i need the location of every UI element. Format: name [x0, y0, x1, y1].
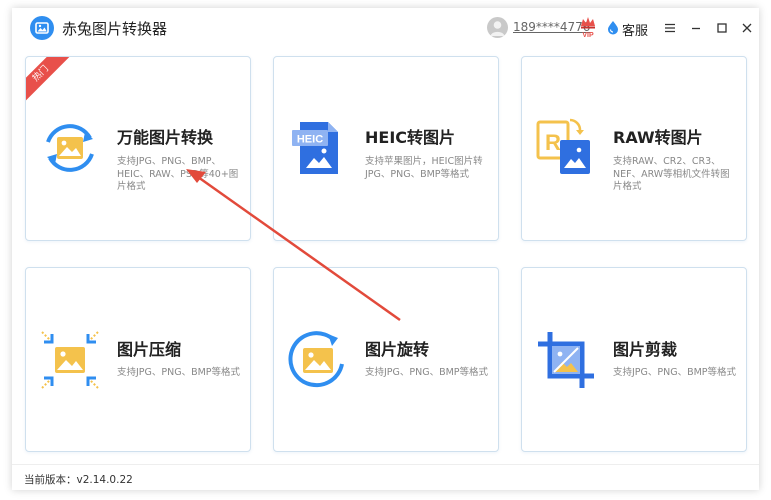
- crop-picture-icon: [534, 328, 598, 392]
- convert-picture-icon: [38, 116, 102, 180]
- user-avatar-icon[interactable]: [487, 17, 508, 38]
- compress-picture-icon: [38, 328, 102, 392]
- card-title: 万能图片转换: [117, 128, 214, 147]
- close-icon[interactable]: [737, 18, 757, 38]
- heic-icon-text: HEIC: [297, 134, 323, 146]
- card-title: 图片剪裁: [613, 340, 678, 359]
- card-description: 支持JPG、PNG、BMP等格式: [613, 367, 737, 378]
- card-description: 支持JPG、PNG、BMP等格式: [117, 367, 241, 378]
- title-bar: 赤兔图片转换器 189****4776 VIP 客服: [12, 8, 759, 48]
- card-description: 支持苹果图片，HEIC图片转JPG、PNG、BMP等格式: [365, 156, 483, 180]
- card-raw[interactable]: R RAW转图片 支持RAW、CR2、CR3、NEF、ARW等相机文件转图片格式: [521, 56, 747, 241]
- rotate-picture-icon: [286, 328, 350, 392]
- maximize-icon[interactable]: [712, 18, 732, 38]
- card-description: 支持JPG、PNG、BMP等格式: [365, 367, 489, 378]
- card-title: 图片压缩: [117, 340, 182, 359]
- card-description: 支持RAW、CR2、CR3、NEF、ARW等相机文件转图片格式: [613, 156, 730, 192]
- card-all-convert[interactable]: 热门 万能图片转换 支持JPG、PNG、BMP、HEIC、RAW、PSD等40+…: [25, 56, 251, 241]
- card-rotate[interactable]: 图片旋转 支持JPG、PNG、BMP等格式: [273, 267, 499, 452]
- card-description: 支持JPG、PNG、BMP、HEIC、RAW、PSD等40+图片格式: [117, 156, 239, 192]
- minimize-icon[interactable]: [686, 18, 706, 38]
- picture-icon: [30, 16, 54, 40]
- raw-icon-text: R: [545, 130, 561, 155]
- card-crop[interactable]: 图片剪裁 支持JPG、PNG、BMP等格式: [521, 267, 747, 452]
- card-title: HEIC转图片: [365, 128, 456, 147]
- card-title: RAW转图片: [613, 128, 703, 147]
- footer-divider: [12, 464, 759, 465]
- vip-crown-icon[interactable]: VIP: [579, 15, 597, 41]
- raw-file-icon: R: [534, 116, 598, 180]
- app-window: 赤兔图片转换器 189****4776 VIP 客服 热门 万能图片转换 支持J…: [12, 8, 759, 490]
- card-compress[interactable]: 图片压缩 支持JPG、PNG、BMP等格式: [25, 267, 251, 452]
- menu-icon[interactable]: [660, 18, 680, 38]
- card-title: 图片旋转: [365, 340, 430, 359]
- vip-label: VIP: [582, 32, 594, 39]
- version-label: 当前版本：v2.14.0.22: [24, 474, 133, 486]
- customer-service-icon[interactable]: [607, 20, 619, 35]
- customer-service-label[interactable]: 客服: [622, 20, 648, 39]
- hot-badge: 热门: [26, 57, 72, 105]
- card-heic[interactable]: HEIC HEIC转图片 支持苹果图片，HEIC图片转JPG、PNG、BMP等格…: [273, 56, 499, 241]
- app-title: 赤兔图片转换器: [62, 20, 168, 38]
- heic-file-icon: HEIC: [286, 116, 350, 180]
